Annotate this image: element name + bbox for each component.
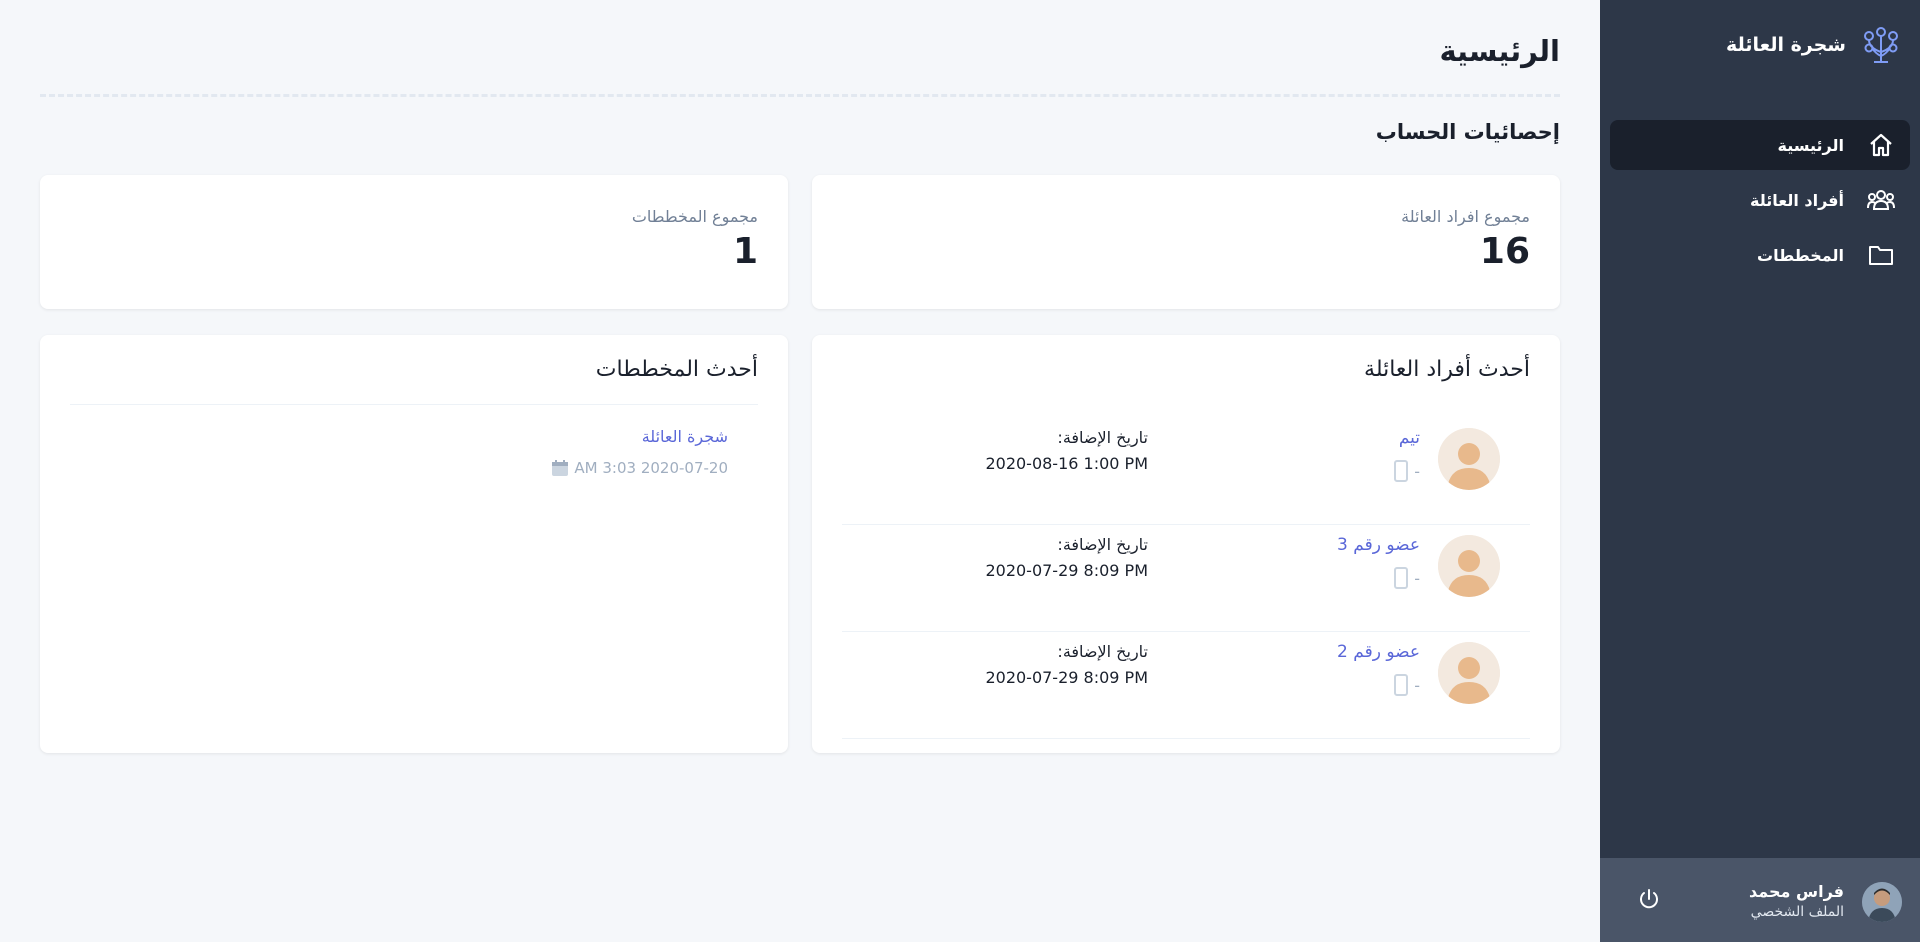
logout-button[interactable]	[1636, 888, 1662, 914]
avatar[interactable]	[1438, 642, 1500, 704]
user-bar: فراس محمد الملف الشخصي	[1600, 858, 1920, 942]
folder-icon	[1866, 240, 1896, 270]
list-item: شجرة العائلة AM 3:03 2020-07-20	[550, 427, 728, 478]
sidebar-item-family-members[interactable]: أفراد العائلة	[1610, 175, 1910, 225]
users-icon	[1866, 185, 1896, 215]
stat-value: 1	[732, 231, 758, 272]
chart-date: AM 3:03 2020-07-20	[550, 458, 728, 478]
power-icon	[1637, 887, 1661, 915]
member-sub-text: -	[1414, 568, 1420, 588]
stat-label: مجموع المخططات	[631, 207, 758, 226]
chart-date-text: AM 3:03 2020-07-20	[574, 459, 728, 477]
date-added-value: 2020-08-16 1:00 PM	[985, 454, 1148, 473]
date-added-label: تاريخ الإضافة:	[1057, 535, 1148, 554]
chart-name-link[interactable]: شجرة العائلة	[550, 427, 728, 446]
stat-card-family-members: مجموع افراد العائلة 16	[812, 175, 1560, 309]
member-sub-text: -	[1414, 675, 1420, 695]
member-sub: -	[1394, 567, 1420, 589]
user-info: فراس محمد الملف الشخصي	[1749, 882, 1844, 920]
member-sub-text: -	[1414, 461, 1420, 481]
sidebar-item-home[interactable]: الرئيسية	[1610, 120, 1910, 170]
section-title: إحصائيات الحساب	[1375, 120, 1560, 144]
sidebar-nav: الرئيسية أفراد العائلة المخططات	[1610, 120, 1910, 285]
date-added-label: تاريخ الإضافة:	[1057, 642, 1148, 661]
phone-icon	[1394, 567, 1409, 589]
member-list: تيم - تاريخ الإضافة: 2020-08-16 1:00 PM …	[842, 418, 1530, 739]
profile-link[interactable]: الملف الشخصي	[1749, 904, 1844, 920]
avatar[interactable]	[1438, 428, 1500, 490]
member-sub: -	[1394, 674, 1420, 696]
member-name[interactable]: تيم	[1399, 428, 1420, 448]
home-icon	[1866, 130, 1896, 160]
date-added-label: تاريخ الإضافة:	[1057, 428, 1148, 447]
phone-icon	[1394, 674, 1409, 696]
list-item: عضو رقم 2 - تاريخ الإضافة: 2020-07-29 8:…	[842, 632, 1530, 739]
list-item: عضو رقم 3 - تاريخ الإضافة: 2020-07-29 8:…	[842, 525, 1530, 632]
avatar[interactable]	[1862, 882, 1902, 922]
brand[interactable]: شجرة العائلة	[1726, 24, 1902, 66]
stat-card-charts: مجموع المخططات 1	[40, 175, 788, 309]
sidebar-item-label: الرئيسية	[1777, 135, 1845, 155]
stat-label: مجموع افراد العائلة	[1401, 207, 1530, 226]
title-divider	[40, 94, 1560, 97]
phone-icon	[1394, 460, 1409, 482]
sidebar-item-charts[interactable]: المخططات	[1610, 230, 1910, 280]
card-divider	[70, 404, 758, 405]
stat-value: 16	[1479, 231, 1530, 272]
list-item: تيم - تاريخ الإضافة: 2020-08-16 1:00 PM	[842, 418, 1530, 525]
sidebar-item-label: المخططات	[1756, 245, 1844, 265]
date-added-value: 2020-07-29 8:09 PM	[985, 668, 1148, 687]
sidebar: شجرة العائلة الرئيسية أفراد العائلة المخ…	[1600, 0, 1920, 942]
user-name: فراس محمد	[1749, 882, 1844, 901]
member-name[interactable]: عضو رقم 3	[1337, 535, 1420, 555]
calendar-icon	[550, 458, 570, 478]
family-tree-icon	[1860, 24, 1902, 66]
latest-charts-card: أحدث المخططات شجرة العائلة AM 3:03 2020-…	[40, 335, 788, 753]
date-added-value: 2020-07-29 8:09 PM	[985, 561, 1148, 580]
member-name[interactable]: عضو رقم 2	[1337, 642, 1420, 662]
sidebar-item-label: أفراد العائلة	[1750, 190, 1844, 210]
page-title: الرئيسية	[1439, 34, 1560, 68]
brand-title: شجرة العائلة	[1726, 34, 1846, 56]
avatar[interactable]	[1438, 535, 1500, 597]
card-title: أحدث المخططات	[595, 357, 758, 382]
member-sub: -	[1394, 460, 1420, 482]
latest-members-card: أحدث أفراد العائلة تيم - تاريخ الإضافة: …	[812, 335, 1560, 753]
card-title: أحدث أفراد العائلة	[1364, 357, 1530, 382]
